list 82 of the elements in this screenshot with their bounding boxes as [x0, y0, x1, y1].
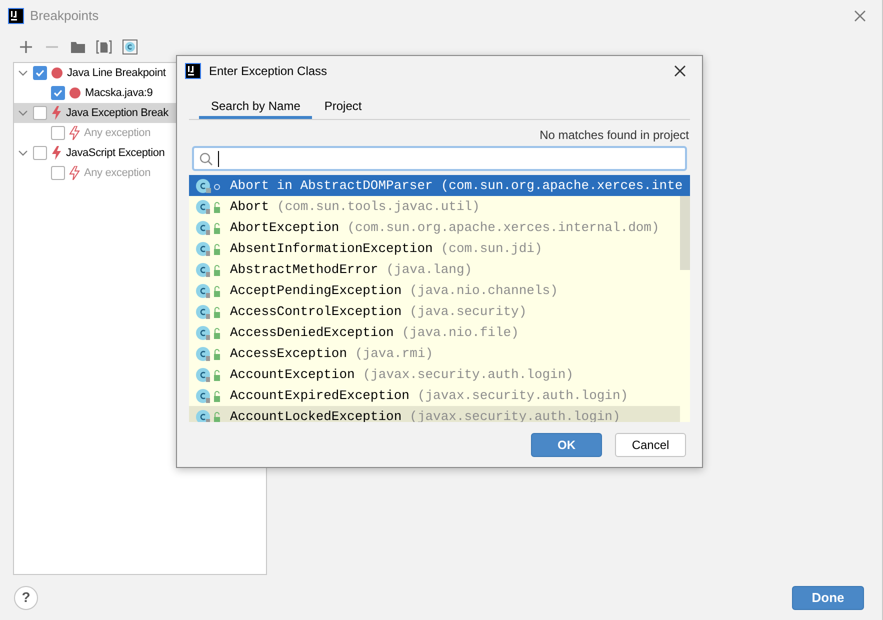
result-row[interactable]: AccessException (java.rmi) [189, 343, 680, 364]
result-row[interactable]: AbstractMethodError (java.lang) [189, 259, 680, 280]
ok-button[interactable]: OK [531, 432, 602, 456]
search-field[interactable] [192, 146, 687, 171]
class-name: AccountExpiredException [230, 386, 410, 405]
checkbox[interactable] [33, 146, 47, 160]
search-icon [199, 152, 213, 166]
breakpoint-dot-icon [69, 87, 81, 99]
package-name: (java.nio.file) [402, 324, 519, 342]
scrollbar-thumb[interactable] [680, 196, 690, 270]
package-name: (java.nio.channels) [410, 282, 558, 300]
class-name: AbortException [230, 218, 340, 237]
package-name: (java.rmi) [355, 344, 434, 363]
class-lock-icon [195, 198, 223, 214]
result-row[interactable]: AccessDeniedException (java.nio.file) [189, 322, 680, 343]
class-name: AccessDeniedException [230, 324, 394, 342]
window-title: Breakpoints [30, 7, 99, 26]
class-lock-icon [195, 282, 223, 298]
class-name: AbsentInformationException [230, 240, 433, 258]
result-row[interactable]: AccountExpiredException (javax.security.auth.login) [189, 385, 680, 406]
dialog-title: Enter Exception Class [209, 63, 328, 80]
checkbox[interactable] [33, 66, 47, 80]
class-name: AcceptPendingException [230, 282, 402, 300]
package-name: (com.sun.jdi) [440, 240, 542, 258]
dialog-tab[interactable]: Search by Name [199, 95, 312, 119]
package-name: (javax.security.auth.login) [362, 366, 574, 384]
result-row[interactable]: AcceptPendingException (java.nio.channels) [189, 280, 680, 301]
class-lock-icon [195, 324, 223, 340]
class-lock-icon [195, 178, 223, 194]
file-icon[interactable] [96, 39, 112, 55]
help-button[interactable]: ? [14, 586, 38, 610]
class-name: Abort in AbstractDOMParser [230, 176, 433, 195]
dialog-tab[interactable]: Project [312, 95, 374, 119]
status-text: No matches found in project [540, 127, 689, 144]
lightning-icon [51, 146, 62, 160]
result-row[interactable]: AccountException (javax.security.auth.login) [189, 364, 680, 385]
tree-label: Any exception [84, 166, 150, 181]
lightning-icon [51, 106, 62, 120]
cancel-button[interactable]: Cancel [615, 432, 686, 456]
class-lock-icon [195, 240, 223, 256]
checkbox[interactable] [33, 106, 47, 120]
class-lock-icon [195, 346, 223, 362]
lightning-icon [69, 166, 80, 180]
checkbox[interactable] [51, 86, 65, 100]
class-lock-icon [195, 408, 223, 422]
tree-label: JavaScript Exception [66, 146, 165, 161]
class-name: Abort [230, 198, 270, 216]
result-row[interactable]: AccessControlException (java.security) [189, 301, 680, 322]
folder-icon[interactable] [70, 39, 86, 55]
class-name: AccessControlException [230, 302, 402, 321]
tree-label: Any exception [84, 126, 150, 141]
app-logo-icon [185, 63, 201, 79]
class-name: AbstractMethodError [230, 260, 378, 279]
class-icon[interactable] [122, 39, 138, 55]
package-name: (java.security) [410, 302, 527, 321]
result-row[interactable]: Abort (com.sun.tools.javac.util) [189, 196, 680, 217]
result-row[interactable]: AbortException (com.sun.org.apache.xerces.internal.dom) [189, 217, 680, 238]
package-name: (java.lang) [386, 260, 472, 279]
text-cursor [218, 150, 219, 166]
plus-icon[interactable] [18, 39, 34, 55]
tree-label: Java Line Breakpoint [67, 66, 166, 81]
lightning-icon [69, 126, 80, 140]
class-lock-icon [195, 304, 223, 320]
package-name: (javax.security.auth.login) [417, 386, 628, 405]
tree-label: Macska.java:9 [85, 86, 153, 101]
result-row[interactable]: Abort in AbstractDOMParser (com.sun.org.apache.xerces.inte [189, 175, 690, 196]
done-button[interactable]: Done [792, 586, 864, 610]
class-name: AccountException [230, 366, 355, 384]
tree-label: Java Exception Break [66, 106, 168, 121]
breakpoint-dot-icon [51, 67, 63, 79]
package-name: (com.sun.org.apache.xerces.inte [440, 176, 683, 195]
class-lock-icon [195, 262, 223, 278]
class-lock-icon [195, 366, 223, 382]
class-name: AccessException [230, 344, 348, 363]
package-name: (com.sun.org.apache.xerces.internal.dom) [347, 218, 660, 237]
close-icon[interactable] [674, 65, 686, 77]
result-row[interactable]: AbsentInformationException (com.sun.jdi) [189, 238, 680, 259]
tree-row[interactable]: JavaScript Exception [14, 143, 266, 163]
app-logo-icon [8, 8, 24, 24]
class-lock-icon [195, 388, 223, 404]
class-lock-icon [195, 220, 223, 236]
package-name: (com.sun.tools.javac.util) [277, 198, 480, 216]
